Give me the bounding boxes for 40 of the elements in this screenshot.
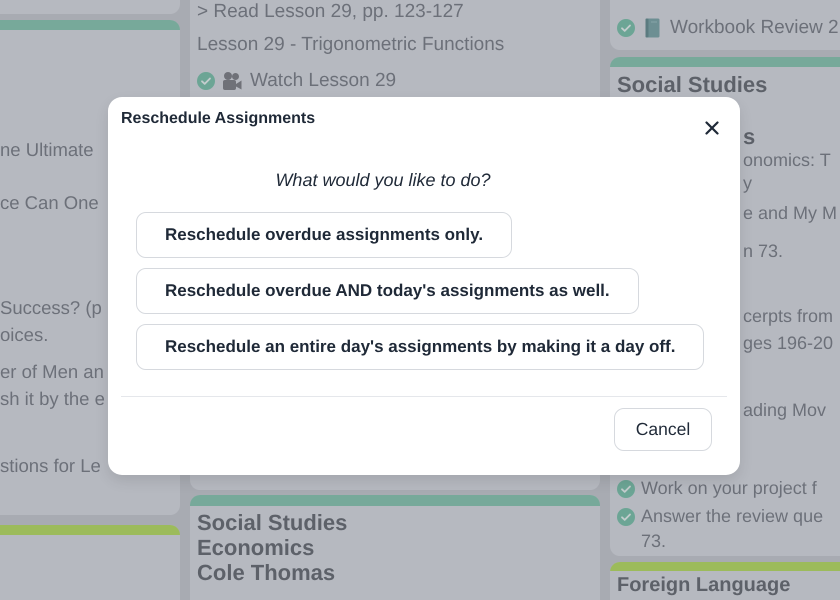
check-circle-icon[interactable]: [617, 19, 635, 37]
note-text: Lesson 29 - Trigonometric Functions: [197, 33, 506, 57]
check-circle-icon[interactable]: [617, 480, 635, 498]
task-text: Workbook Review 2: [670, 16, 839, 40]
card-heading: Cole Thomas: [197, 560, 336, 585]
note-text: ading Mov: [743, 399, 828, 422]
note-text: > Read Lesson 29, pp. 123-127: [197, 0, 465, 24]
note-text: y: [743, 172, 753, 195]
card-heading: Social Studies: [617, 72, 768, 97]
note-text: ce Can One: [0, 191, 100, 215]
note-text: e and My M: [743, 202, 838, 225]
task-text: 73.: [641, 530, 668, 553]
option-button[interactable]: Reschedule an entire day's assignments by making it a day off.: [136, 324, 704, 370]
close-icon: [705, 121, 719, 135]
note-text: ne Ultimate: [0, 138, 95, 162]
note-text: Success? (p: [0, 296, 103, 320]
cancel-button[interactable]: Cancel: [614, 408, 712, 451]
task-text: Answer the review que: [641, 505, 824, 528]
note-text: n 73.: [743, 240, 784, 263]
note-text: ges 196-20: [743, 332, 834, 355]
option-button[interactable]: Reschedule overdue AND today's assignments as well.: [136, 268, 639, 314]
dialog-prompt: What would you like to do?: [274, 170, 492, 190]
task-text: Watch Lesson 29: [250, 69, 396, 93]
book-icon: [645, 18, 660, 38]
movie-camera-icon: [222, 71, 242, 91]
card-heading: Foreign Language: [617, 573, 792, 597]
dialog-title: Reschedule Assignments: [121, 110, 316, 128]
option-button[interactable]: Reschedule overdue assignments only.: [136, 212, 512, 258]
card-heading: s: [743, 124, 756, 149]
check-circle-icon[interactable]: [617, 508, 635, 526]
note-text: er of Men an: [0, 360, 105, 384]
check-circle-icon[interactable]: [197, 72, 215, 90]
note-text: stions for Le: [0, 454, 102, 478]
note-text: cerpts from: [743, 305, 834, 328]
note-text: onomics: T: [743, 149, 832, 172]
task-text: Work on your project f: [641, 477, 817, 500]
card-heading: Social Studies: [197, 510, 348, 535]
close-button[interactable]: [703, 119, 721, 137]
note-text: sh it by the e: [0, 387, 106, 411]
card-heading: Economics: [197, 535, 316, 560]
